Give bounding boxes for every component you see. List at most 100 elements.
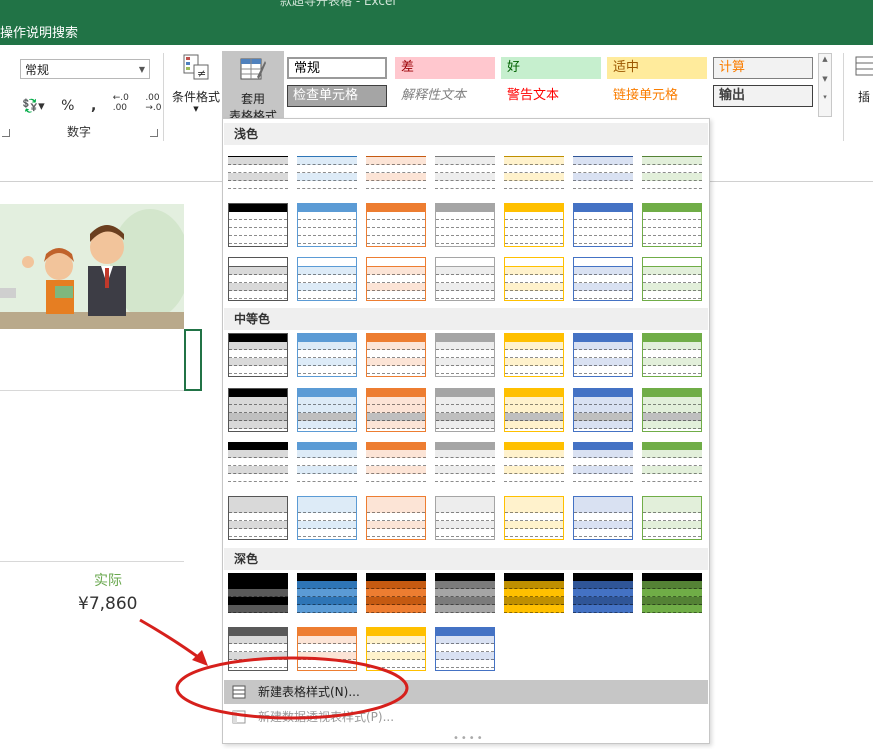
table-style-thumbnail[interactable]: [573, 496, 633, 540]
cell-style-bad[interactable]: 差: [395, 57, 495, 79]
selected-cell[interactable]: [184, 329, 202, 391]
table-style-thumbnail[interactable]: [573, 203, 633, 247]
accounting-format-icon[interactable]: 💱▾: [22, 99, 45, 114]
group-separator: [163, 53, 164, 141]
table-style-thumbnail[interactable]: [297, 257, 357, 301]
cell-style-explanatory[interactable]: 解释性文本: [395, 85, 495, 107]
cell-style-linked[interactable]: 链接单元格: [607, 85, 707, 107]
chevron-down-icon: ▼: [138, 65, 145, 74]
table-style-thumbnail[interactable]: [366, 148, 426, 192]
number-dialog-launcher-icon[interactable]: [150, 129, 158, 137]
table-style-thumbnail[interactable]: [297, 627, 357, 671]
table-style-thumbnail[interactable]: [435, 573, 495, 617]
scroll-up-icon[interactable]: ▲: [819, 54, 831, 64]
table-style-thumbnail[interactable]: [366, 333, 426, 377]
gallery-expand-icon[interactable]: ▾: [819, 92, 831, 102]
table-style-thumbnail[interactable]: [435, 333, 495, 377]
table-style-thumbnail[interactable]: [504, 148, 564, 192]
table-style-thumbnail[interactable]: [297, 442, 357, 486]
table-style-thumbnail[interactable]: [504, 333, 564, 377]
table-style-thumbnail[interactable]: [297, 148, 357, 192]
table-style-thumbnail[interactable]: [228, 496, 288, 540]
alignment-dialog-launcher-icon[interactable]: [2, 129, 10, 137]
resize-grip-icon[interactable]: ••••: [453, 733, 485, 744]
row-divider: [0, 390, 184, 391]
table-style-thumbnail[interactable]: [435, 203, 495, 247]
cell-style-check-cell[interactable]: 检查单元格: [287, 85, 387, 107]
table-style-thumbnail[interactable]: [435, 496, 495, 540]
cell-style-calculation[interactable]: 计算: [713, 57, 813, 79]
format-as-table-button[interactable]: 套用 表格格式: [222, 51, 284, 123]
table-style-thumbnail[interactable]: [366, 573, 426, 617]
table-style-thumbnail[interactable]: [297, 573, 357, 617]
decrease-decimal-icon[interactable]: .00 →.0: [145, 93, 161, 113]
table-style-thumbnail[interactable]: [642, 148, 702, 192]
table-style-thumbnail[interactable]: [504, 203, 564, 247]
number-format-dropdown[interactable]: 常规 ▼: [20, 59, 150, 79]
table-style-thumbnail[interactable]: [228, 148, 288, 192]
table-style-thumbnail[interactable]: [366, 442, 426, 486]
cell-style-warning[interactable]: 警告文本: [501, 85, 601, 107]
table-style-thumbnail[interactable]: [297, 203, 357, 247]
number-group-label: 数字: [67, 125, 92, 139]
conditional-format-label: 条件格式: [171, 90, 220, 104]
table-style-thumbnail[interactable]: [504, 573, 564, 617]
table-style-thumbnail[interactable]: [366, 627, 426, 671]
table-style-thumbnail[interactable]: [297, 388, 357, 432]
table-style-thumbnail[interactable]: [228, 442, 288, 486]
scroll-down-icon[interactable]: ▼: [819, 74, 831, 84]
table-style-thumbnail[interactable]: [642, 496, 702, 540]
insert-button[interactable]: 插: [852, 53, 873, 105]
table-style-thumbnail[interactable]: [435, 257, 495, 301]
new-table-style-item[interactable]: 新建表格样式(N)...: [224, 680, 708, 704]
cell-style-normal[interactable]: 常规: [287, 57, 387, 79]
tell-me-search[interactable]: 操作说明搜索: [0, 22, 78, 41]
actual-value: ¥7,860: [78, 594, 138, 614]
new-pivot-style-item[interactable]: 新建数据透视表样式(P)...: [224, 705, 708, 729]
table-style-thumbnail[interactable]: [228, 203, 288, 247]
people-illustration-icon: [0, 204, 184, 329]
table-style-thumbnail[interactable]: [228, 627, 288, 671]
table-style-thumbnail[interactable]: [642, 388, 702, 432]
svg-text:≠: ≠: [197, 67, 206, 80]
table-style-thumbnail[interactable]: [297, 333, 357, 377]
table-style-thumbnail[interactable]: [366, 257, 426, 301]
table-style-thumbnail[interactable]: [504, 496, 564, 540]
table-style-thumbnail[interactable]: [573, 442, 633, 486]
percent-button[interactable]: %: [61, 98, 74, 114]
conditional-format-button[interactable]: ≠ 条件格式 ▼: [170, 53, 222, 113]
table-style-thumbnail[interactable]: [504, 442, 564, 486]
new-pivot-style-icon: [232, 710, 246, 724]
table-style-thumbnail[interactable]: [642, 442, 702, 486]
table-style-thumbnail[interactable]: [573, 388, 633, 432]
table-style-thumbnail[interactable]: [228, 573, 288, 617]
comma-button[interactable]: ,: [91, 98, 96, 114]
table-style-thumbnail[interactable]: [435, 388, 495, 432]
gallery-scrollbar[interactable]: ▲ ▼ ▾: [818, 53, 832, 117]
table-style-thumbnail[interactable]: [435, 442, 495, 486]
increase-decimal-icon[interactable]: ←.0.00: [113, 93, 129, 113]
cell-style-good[interactable]: 好: [501, 57, 601, 79]
table-style-thumbnail[interactable]: [297, 496, 357, 540]
table-style-thumbnail[interactable]: [366, 388, 426, 432]
table-style-thumbnail[interactable]: [573, 148, 633, 192]
cell-style-neutral[interactable]: 适中: [607, 57, 707, 79]
table-style-thumbnail[interactable]: [504, 388, 564, 432]
table-style-thumbnail[interactable]: [642, 333, 702, 377]
section-light: 浅色: [224, 123, 708, 145]
table-style-thumbnail[interactable]: [228, 257, 288, 301]
table-style-thumbnail[interactable]: [573, 573, 633, 617]
table-style-thumbnail[interactable]: [228, 333, 288, 377]
table-style-thumbnail[interactable]: [228, 388, 288, 432]
table-style-thumbnail[interactable]: [573, 257, 633, 301]
table-style-thumbnail[interactable]: [504, 257, 564, 301]
table-style-thumbnail[interactable]: [642, 573, 702, 617]
table-style-thumbnail[interactable]: [435, 148, 495, 192]
table-style-thumbnail[interactable]: [366, 496, 426, 540]
cell-style-output[interactable]: 输出: [713, 85, 813, 107]
table-style-thumbnail[interactable]: [435, 627, 495, 671]
table-style-thumbnail[interactable]: [366, 203, 426, 247]
table-style-thumbnail[interactable]: [573, 333, 633, 377]
table-style-thumbnail[interactable]: [642, 257, 702, 301]
table-style-thumbnail[interactable]: [642, 203, 702, 247]
